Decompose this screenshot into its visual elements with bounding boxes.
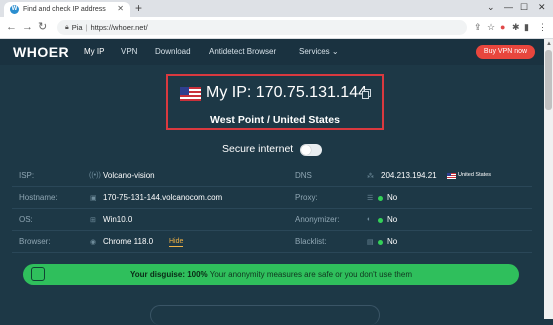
buy-vpn-button[interactable]: Buy VPN now [476, 45, 535, 59]
menu-kebab-icon[interactable]: ⋮ [538, 21, 547, 33]
hide-browser-link[interactable]: Hide [169, 237, 184, 247]
proxy-value: No [387, 193, 398, 202]
close-tab-icon[interactable]: ✕ [117, 4, 124, 13]
tab-search-icon[interactable]: ⌄ [487, 2, 495, 13]
bookmark-star-icon[interactable]: ☆ [487, 21, 495, 33]
disguise-status-bar: Your disguise: 100% Your anonymity measu… [23, 264, 519, 285]
url-text: https://whoer.net/ [90, 23, 148, 32]
browser-label: Browser: [19, 237, 51, 246]
share-icon[interactable]: ⇪ [474, 21, 482, 33]
anonymizer-label: Anonymizer: [295, 215, 340, 224]
os-label: OS: [19, 215, 33, 224]
anonymizer-icon: ◐ [367, 216, 372, 223]
browser-toolbar: ← → ↻ 🔒︎ Pia | https://whoer.net/ ⇪ ☆ ● … [0, 17, 553, 39]
proxy-label: Proxy: [295, 193, 318, 202]
us-flag-icon [180, 87, 201, 101]
proxy-server-icon: ☰ [367, 195, 374, 202]
disguise-message: Your anonymity measures are safe or you … [207, 270, 412, 279]
row-divider [12, 186, 532, 187]
bottom-panel-edge [150, 305, 380, 325]
chrome-icon: ◉ [90, 239, 97, 246]
blacklist-icon: ▤ [367, 239, 374, 246]
nav-vpn[interactable]: VPN [121, 47, 137, 56]
copy-icon[interactable] [362, 89, 371, 99]
lock-icon[interactable]: 🔒︎ [65, 24, 69, 32]
address-bar[interactable]: 🔒︎ Pia | https://whoer.net/ [57, 20, 467, 35]
dns-label: DNS [295, 171, 312, 180]
whoer-favicon-icon: W [10, 5, 19, 14]
browser-tab[interactable]: W Find and check IP address ✕ [4, 2, 130, 17]
hostname-label: Hostname: [19, 193, 58, 202]
nav-services[interactable]: Services ⌄ [299, 47, 339, 56]
scroll-up-arrow-icon[interactable]: ▲ [546, 41, 552, 47]
site-header: WHOER My IP VPN Download Antidetect Brow… [0, 39, 544, 65]
blacklist-label: Blacklist: [295, 237, 327, 246]
browser-value: Chrome 118.0 [103, 237, 154, 246]
dns-country: United States [458, 172, 492, 178]
close-window-button[interactable]: ✕ [538, 2, 546, 13]
isp-label: ISP: [19, 171, 35, 180]
row-divider [12, 230, 532, 231]
us-flag-small-icon [447, 173, 456, 179]
status-dot-green [378, 196, 383, 201]
dns-value: 204.213.194.21 [381, 171, 437, 180]
dns-server-icon: ⁂ [367, 173, 374, 180]
disguise-percent: Your disguise: 100% [130, 270, 208, 279]
my-ip-address: My IP: 170.75.131.144 [206, 84, 367, 101]
row-divider [12, 208, 532, 209]
toggle-knob [301, 145, 311, 155]
blacklist-value: No [387, 237, 398, 246]
hostname-value: 170-75-131-144.volcanocom.com [103, 193, 223, 202]
url-separator: | [85, 23, 88, 32]
row-divider [12, 252, 532, 253]
maximize-button[interactable]: ☐ [520, 2, 528, 13]
reload-icon[interactable]: ↻ [38, 21, 47, 33]
windows-icon: ⊞ [90, 217, 96, 224]
site-name: Pia [71, 23, 83, 32]
sidebar-icon[interactable]: ▮ [524, 21, 529, 33]
whoer-logo[interactable]: WHOER [13, 44, 69, 60]
tab-title: Find and check IP address [23, 6, 106, 13]
signal-icon: ((•)) [89, 172, 101, 179]
extensions-puzzle-icon[interactable]: ✱ [512, 21, 520, 33]
status-dot-green [378, 218, 383, 223]
isp-value: Volcano-vision [103, 171, 155, 180]
minimize-button[interactable]: — [504, 2, 513, 12]
nav-antidetect-browser[interactable]: Antidetect Browser [209, 47, 276, 56]
scrollbar-thumb[interactable] [545, 50, 552, 110]
new-tab-button[interactable]: + [135, 2, 142, 15]
nav-download[interactable]: Download [155, 47, 191, 56]
secure-internet-label: Secure internet [222, 143, 294, 155]
extension-icon[interactable]: ● [500, 21, 505, 33]
monitor-icon: ▣ [90, 195, 97, 202]
os-value: Win10.0 [103, 215, 133, 224]
back-arrow-icon[interactable]: ← [6, 21, 17, 33]
nav-my-ip[interactable]: My IP [84, 47, 104, 56]
forward-arrow-icon[interactable]: → [22, 21, 33, 33]
anonymizer-value: No [387, 215, 398, 224]
disguise-text: Your disguise: 100% Your anonymity measu… [23, 270, 519, 279]
secure-internet-toggle[interactable] [300, 144, 322, 156]
browser-tab-strip: W Find and check IP address ✕ + ⌄ — ☐ ✕ [0, 0, 553, 17]
ip-location: West Point / United States [210, 114, 340, 126]
status-dot-green [378, 240, 383, 245]
